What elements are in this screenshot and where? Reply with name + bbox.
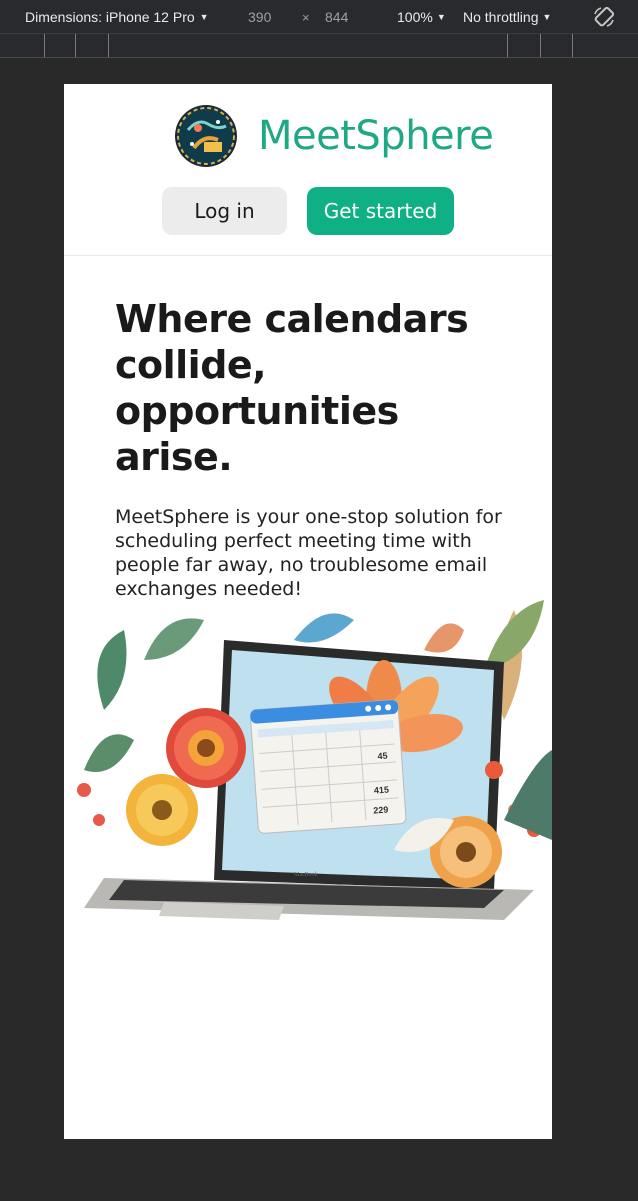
calendar-number: 415 <box>374 785 390 796</box>
ruler-tick[interactable] <box>108 34 109 57</box>
times-separator: × <box>302 10 310 25</box>
device-dimensions-label: Dimensions: iPhone 12 Pro <box>25 9 195 25</box>
ruler-tick[interactable] <box>540 34 541 57</box>
media-query-ruler <box>0 34 638 58</box>
hero-section: Where calendars collide, opportunities a… <box>115 296 515 601</box>
ruler-tick[interactable] <box>507 34 508 57</box>
device-dimensions-select[interactable]: Dimensions: iPhone 12 Pro ▼ <box>25 9 209 25</box>
ruler-tick[interactable] <box>572 34 573 57</box>
device-viewport: MeetSphere Log in Get started Where cale… <box>64 84 552 1139</box>
login-button[interactable]: Log in <box>162 187 287 235</box>
laptop-brand-label: MacBook <box>294 872 318 878</box>
calendar-number: 229 <box>373 805 389 816</box>
site-header: MeetSphere Log in Get started <box>64 84 552 256</box>
ruler-tick[interactable] <box>44 34 45 57</box>
zoom-select[interactable]: 100% ▼ <box>397 9 446 25</box>
ruler-tick[interactable] <box>75 34 76 57</box>
calendar-number: 45 <box>377 751 388 762</box>
chevron-down-icon: ▼ <box>542 12 552 22</box>
viewport-height-input[interactable]: 844 <box>325 9 348 25</box>
chevron-down-icon: ▼ <box>199 12 209 22</box>
throttling-select[interactable]: No throttling ▼ <box>463 9 551 25</box>
rotate-device-icon[interactable] <box>592 5 616 29</box>
hero-subtitle: MeetSphere is your one-stop solution for… <box>115 506 502 600</box>
chevron-down-icon: ▼ <box>436 12 446 22</box>
throttling-label: No throttling <box>463 9 539 25</box>
meetsphere-logo-icon <box>175 105 237 167</box>
zoom-label: 100% <box>397 9 433 25</box>
brand[interactable]: MeetSphere <box>174 104 494 168</box>
devtools-toolbar: Dimensions: iPhone 12 Pro ▼ 390 × 844 10… <box>0 0 638 34</box>
get-started-button[interactable]: Get started <box>307 187 454 235</box>
viewport-width-input[interactable]: 390 <box>248 9 271 25</box>
hero-title: Where calendars collide, opportunities a… <box>115 297 469 479</box>
laptop-flowers-illustration: 45 415 229 MacBook <box>77 600 552 920</box>
brand-name: MeetSphere <box>258 113 494 159</box>
